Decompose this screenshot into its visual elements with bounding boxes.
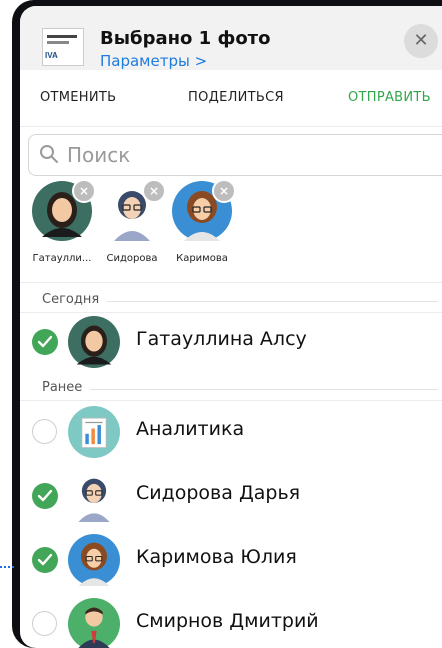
close-button[interactable]: ✕ (404, 24, 438, 58)
check-icon (37, 335, 53, 348)
woman-glasses-icon (78, 478, 110, 522)
selected-chip-karimova[interactable]: × Каримова (162, 179, 242, 264)
checkbox-unchecked[interactable] (32, 419, 57, 444)
search-icon (40, 145, 58, 163)
contact-name: Каримова Юлия (136, 546, 297, 568)
photo-thumbnail: IVA (42, 28, 84, 66)
action-bar: ОТМЕНИТЬ ПОДЕЛИТЬСЯ ОТПРАВИТЬ (20, 70, 442, 127)
section-title: Сегодня (42, 292, 108, 307)
checkbox-checked[interactable] (32, 329, 58, 355)
contact-row-karimova[interactable]: Каримова Юлия (20, 530, 442, 590)
options-link[interactable]: Параметры > (100, 52, 207, 70)
sheet-header: IVA Выбрано 1 фото Параметры > ✕ (20, 6, 442, 71)
avatar (68, 470, 120, 522)
avatar (68, 534, 120, 586)
chip-label: Гатаулли... (32, 253, 92, 264)
avatar: × (32, 179, 96, 241)
share-screen: IVA Выбрано 1 фото Параметры > ✕ ОТМЕНИТ… (20, 6, 442, 648)
send-button[interactable]: ОТПРАВИТЬ (348, 90, 431, 105)
avatar: × (102, 179, 166, 241)
remove-icon[interactable]: × (212, 179, 236, 203)
divider (20, 282, 442, 283)
contact-name: Гатауллина Алсу (136, 328, 307, 350)
check-icon (37, 553, 53, 566)
contact-name: Сидорова Дарья (136, 482, 301, 504)
contact-row-smirnov[interactable]: Смирнов Дмитрий (20, 594, 442, 648)
contact-name: Аналитика (136, 418, 245, 440)
contact-row-gataullina[interactable]: Гатауллина Алсу (20, 312, 442, 372)
search-input[interactable]: Поиск (28, 134, 442, 176)
section-earlier: Ранее (20, 378, 442, 400)
section-title: Ранее (42, 380, 91, 395)
avatar (68, 406, 120, 458)
share-button[interactable]: ПОДЕЛИТЬСЯ (188, 90, 284, 105)
avatar (68, 316, 120, 368)
woman-dark-hair-icon (68, 316, 120, 368)
cancel-button[interactable]: ОТМЕНИТЬ (40, 90, 116, 105)
sheet-title: Выбрано 1 фото (100, 28, 271, 49)
contact-row-analytics[interactable]: Аналитика (20, 402, 442, 462)
thumb-logo: IVA (45, 51, 58, 60)
checkbox-checked[interactable] (32, 547, 58, 573)
device-frame: IVA Выбрано 1 фото Параметры > ✕ ОТМЕНИТ… (12, 0, 442, 648)
contact-row-sidorova[interactable]: Сидорова Дарья (20, 466, 442, 526)
analytics-icon (68, 406, 120, 458)
avatar (68, 598, 120, 648)
check-icon (37, 489, 53, 502)
checkbox-checked[interactable] (32, 483, 58, 509)
chip-label: Каримова (176, 253, 228, 264)
selected-chip-sidorova[interactable]: × Сидорова (92, 179, 172, 264)
checkbox-unchecked[interactable] (32, 611, 57, 636)
chip-label: Сидорова (106, 253, 158, 264)
contact-name: Смирнов Дмитрий (136, 610, 319, 632)
selected-chip-gataullina[interactable]: × Гатаулли... (22, 179, 102, 264)
search-placeholder: Поиск (67, 143, 131, 167)
section-today: Сегодня (20, 290, 442, 312)
dotted-pointer (0, 566, 14, 568)
divider (20, 400, 442, 401)
avatar: × (172, 179, 236, 241)
woman-glasses-blue-icon (68, 534, 120, 586)
man-suit-icon (68, 598, 120, 648)
